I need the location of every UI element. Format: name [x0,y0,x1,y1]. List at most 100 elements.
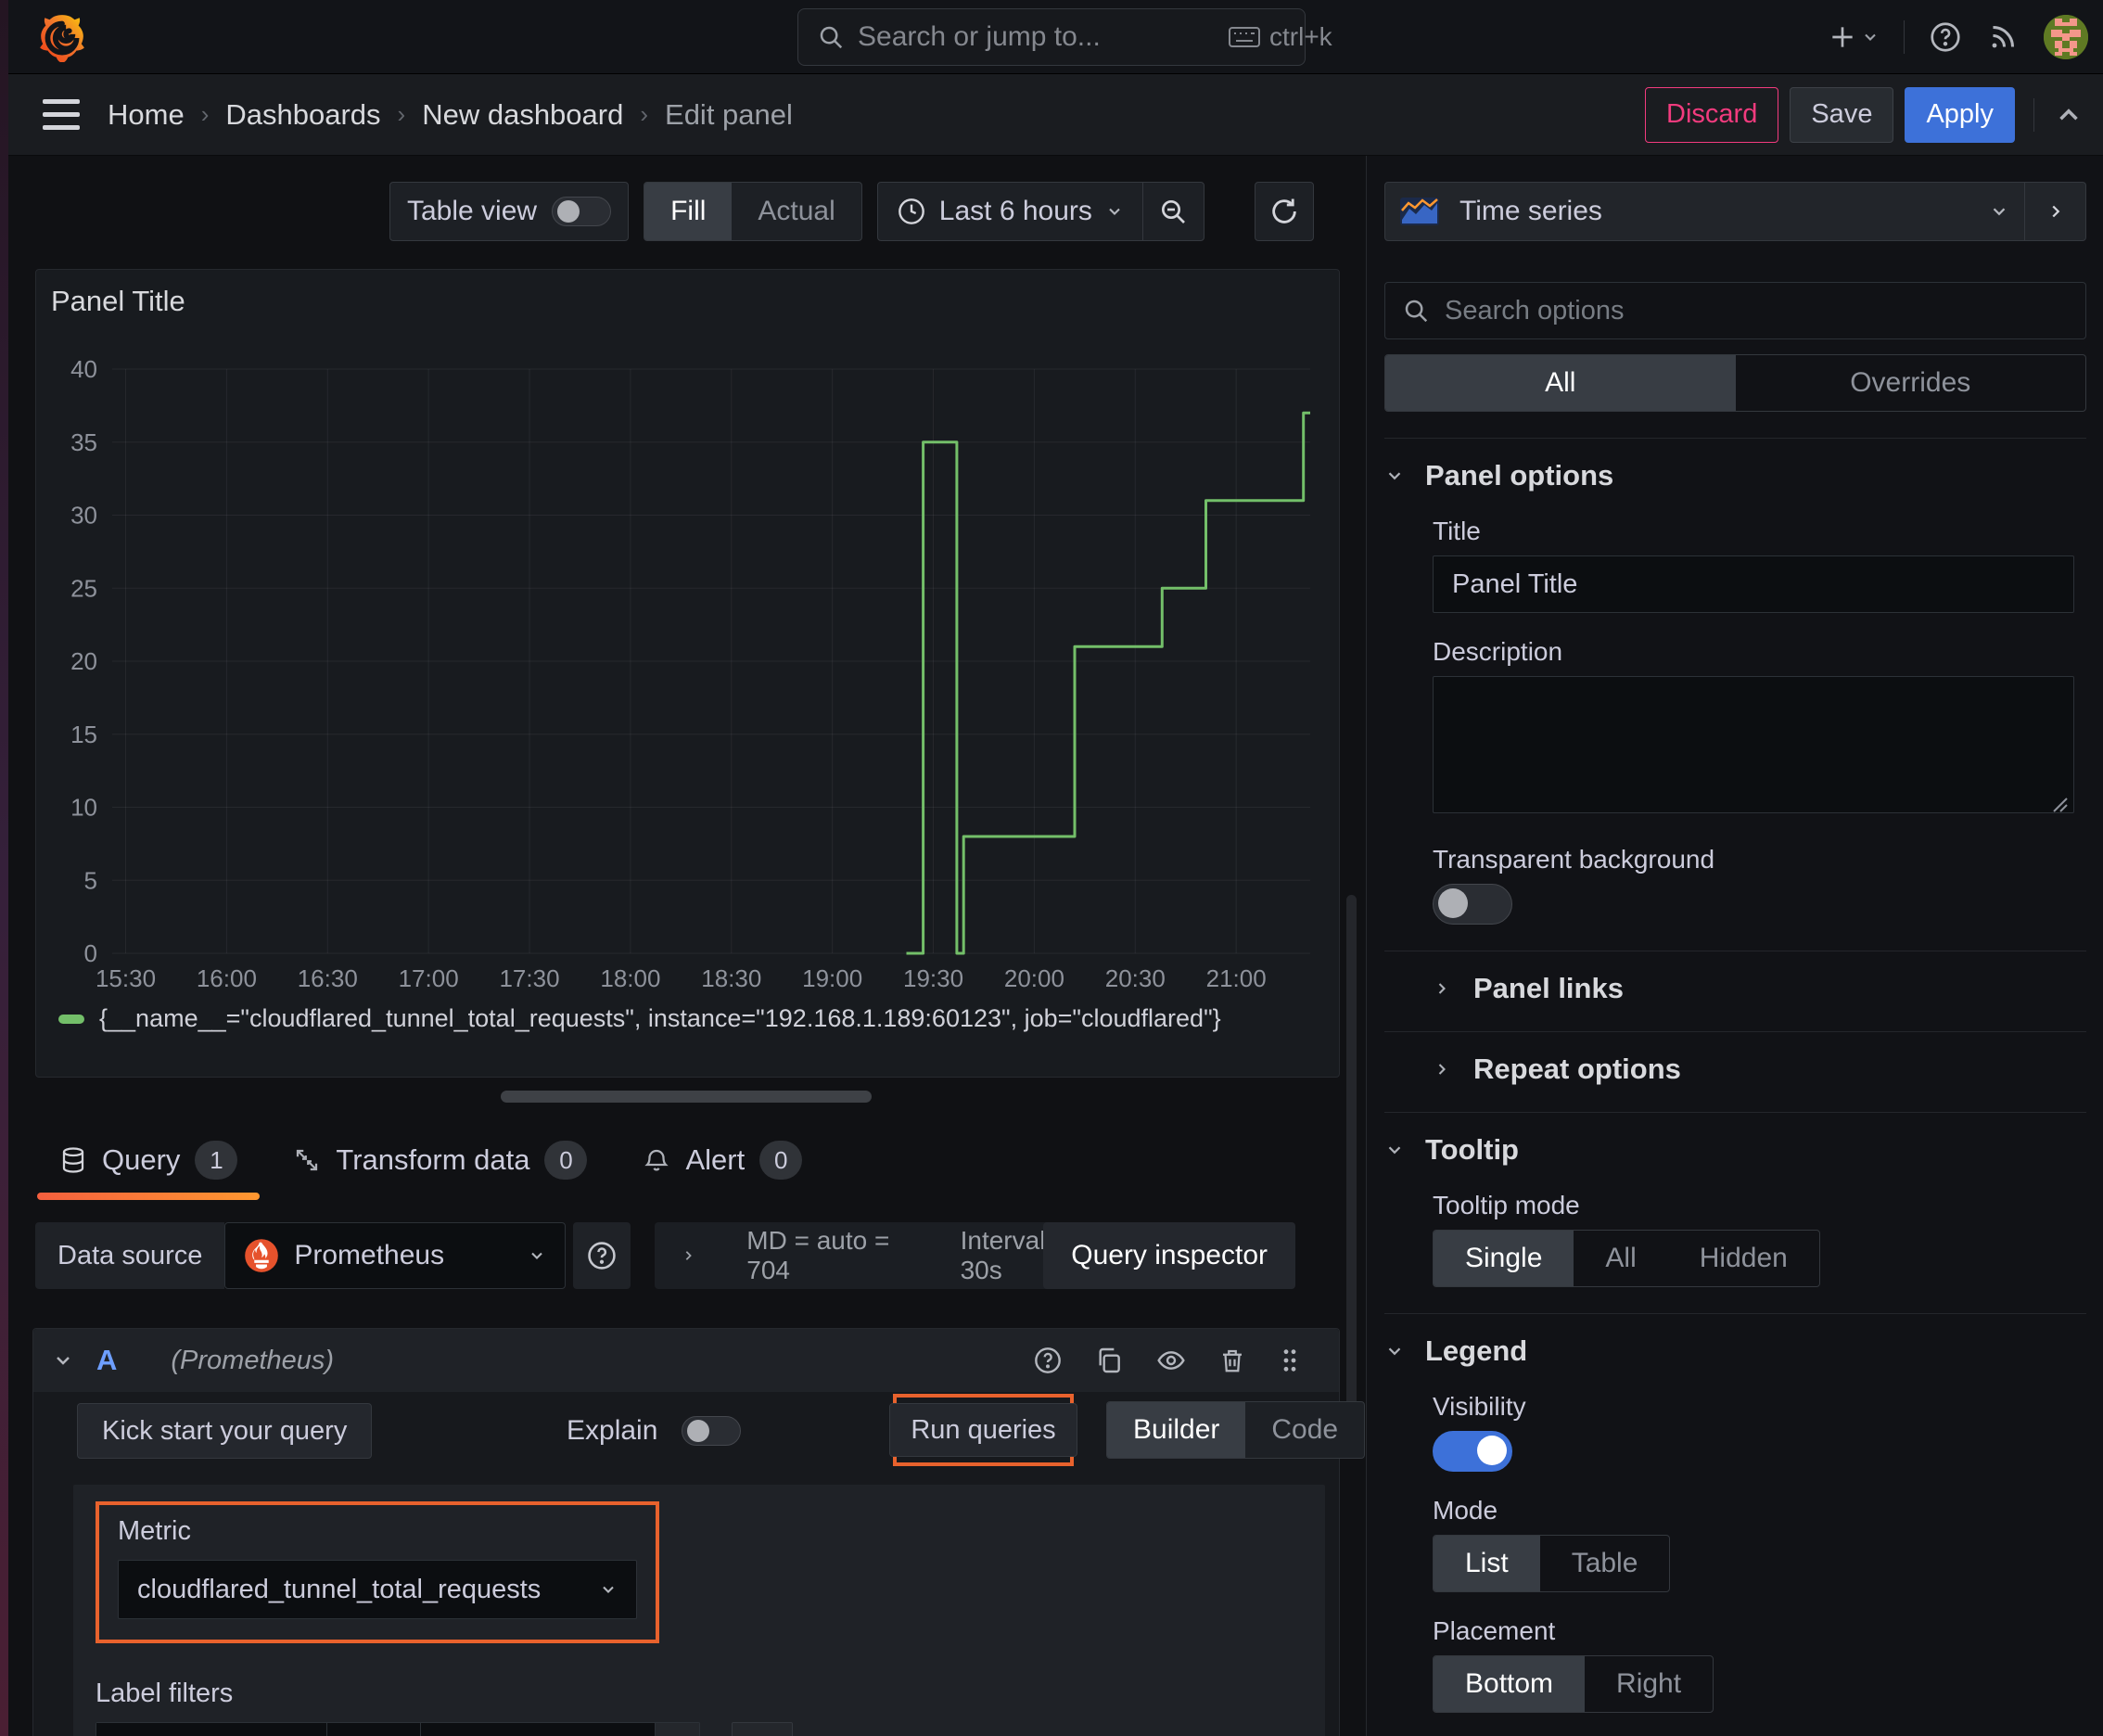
legend-visibility-toggle[interactable] [1433,1431,1512,1472]
panel-options-header[interactable]: Panel options [1384,459,2086,492]
actual-option[interactable]: Actual [732,183,860,240]
select-value-dropdown[interactable]: Select value [421,1722,656,1736]
eye-icon [1157,1351,1185,1370]
user-avatar[interactable] [2044,15,2088,59]
options-search[interactable] [1384,282,2086,339]
code-mode-option[interactable]: Code [1245,1402,1364,1458]
tooltip-mode-single[interactable]: Single [1434,1231,1574,1286]
builder-mode-option[interactable]: Builder [1107,1402,1246,1458]
svg-text:30: 30 [70,502,97,530]
zoom-out-button[interactable] [1141,183,1204,240]
menu-toggle-button[interactable] [43,99,80,130]
tooltip-title: Tooltip [1425,1133,1519,1166]
new-dashboard-menu-button[interactable] [1828,22,1880,52]
datasource-help-button[interactable] [573,1222,631,1289]
select-label-dropdown[interactable]: Select label [96,1722,327,1736]
description-textarea[interactable] [1433,676,2074,813]
placement-bottom[interactable]: Bottom [1434,1656,1586,1712]
collapse-header-button[interactable] [2053,99,2084,131]
chevron-down-icon [603,1586,614,1593]
repeat-options-section[interactable]: Repeat options [1433,1053,2086,1086]
tooltip-section-header[interactable]: Tooltip [1384,1133,2086,1167]
svg-text:15: 15 [70,721,97,748]
repeat-options-label: Repeat options [1473,1053,1681,1085]
datasource-picker[interactable]: Prometheus [224,1222,567,1289]
drag-query-handle[interactable] [1278,1346,1302,1375]
save-button[interactable]: Save [1790,86,1894,143]
global-search[interactable]: ctrl+k [797,8,1332,66]
svg-text:20: 20 [70,647,97,675]
breadcrumb-home[interactable]: Home [108,98,185,132]
table-view-label: Table view [407,196,538,226]
help-button[interactable] [1929,20,1962,54]
legend-title: Legend [1425,1334,1528,1367]
transparent-bg-toggle[interactable] [1433,884,1512,925]
transform-icon [293,1145,321,1175]
panel-title[interactable]: Panel Title [51,285,185,318]
metric-highlight-annotation: Metric cloudflared_tunnel_total_requests [96,1501,659,1643]
duplicate-query-button[interactable] [1094,1346,1124,1375]
search-input[interactable] [858,21,1216,53]
panel-links-section[interactable]: Panel links [1433,972,2086,1005]
explain-toggle[interactable] [682,1416,742,1446]
panel-resize-handle[interactable] [501,1091,872,1103]
bell-icon [643,1145,670,1175]
placement-right[interactable]: Right [1585,1656,1713,1712]
operator-dropdown[interactable]: = [327,1722,421,1736]
time-range-picker[interactable]: Last 6 hours [878,196,1142,227]
timeseries-viz-icon [1400,198,1439,225]
chevron-down-icon [531,1252,543,1259]
query-row-header[interactable]: A (Prometheus) [33,1329,1339,1392]
viz-suggestions-button[interactable] [2025,182,2086,241]
query-ref-id: A [96,1344,118,1376]
timeseries-chart[interactable]: 0 5 10 15 20 25 30 35 40 15:30 16:00 16:30 17:00 17:3… [49,358,1329,1007]
chart-legend: {__name__="cloudflared_tunnel_total_requ… [58,1004,1221,1033]
svg-text:17:30: 17:30 [499,964,559,992]
tab-alert[interactable]: Alert 0 [618,1118,826,1202]
legend-series-name[interactable]: {__name__="cloudflared_tunnel_total_requ… [99,1004,1221,1033]
metric-select[interactable]: cloudflared_tunnel_total_requests [118,1560,637,1619]
query-datasource-hint: (Prometheus) [171,1345,335,1375]
table-view-toggle[interactable] [552,197,612,226]
tab-all-options[interactable]: All [1385,355,1736,411]
explain-control: Explain [567,1403,742,1459]
grafana-logo-icon[interactable] [37,12,87,62]
tab-overrides[interactable]: Overrides [1736,355,2086,411]
max-data-points-stat: MD = auto = 704 [746,1226,890,1284]
tab-transform-label: Transform data [336,1143,530,1176]
tab-transform-data[interactable]: Transform data 0 [269,1118,611,1202]
breadcrumb-dashboards[interactable]: Dashboards [225,98,380,132]
legend-section-header[interactable]: Legend [1384,1334,2086,1368]
run-queries-button[interactable]: Run queries [889,1403,1077,1457]
legend-mode-table[interactable]: Table [1540,1536,1670,1591]
svg-text:19:30: 19:30 [903,964,963,992]
legend-mode-list[interactable]: List [1434,1536,1540,1591]
news-button[interactable] [1986,20,2020,54]
breadcrumb-new-dashboard[interactable]: New dashboard [422,98,623,132]
refresh-button[interactable] [1254,182,1314,241]
zoom-out-icon [1162,200,1186,223]
query-inspector-button[interactable]: Query inspector [1043,1222,1295,1289]
query-help-button[interactable] [1033,1346,1063,1375]
datasource-label: Data source [35,1222,225,1289]
delete-query-button[interactable] [1218,1346,1246,1375]
shortcut-label: ctrl+k [1269,22,1332,51]
remove-filter-button[interactable] [656,1722,700,1736]
chevron-down-icon [1993,208,2006,216]
svg-text:25: 25 [70,574,97,602]
add-filter-button[interactable] [732,1722,793,1736]
discard-button[interactable]: Discard [1645,86,1779,143]
panel-title-input[interactable] [1433,555,2074,613]
apply-button[interactable]: Apply [1905,86,2015,143]
options-search-input[interactable] [1445,295,2069,326]
kick-start-query-button[interactable]: Kick start your query [77,1403,373,1459]
tooltip-mode-all[interactable]: All [1574,1231,1667,1286]
tooltip-mode-hidden[interactable]: Hidden [1668,1231,1819,1286]
chevron-right-icon[interactable] [681,1245,696,1267]
fill-option[interactable]: Fill [644,183,733,240]
tab-query[interactable]: Query 1 [35,1118,261,1202]
actions-divider [2033,97,2034,132]
visualization-picker[interactable]: Time series [1384,182,2025,241]
main-scrollbar[interactable] [1346,895,1357,1414]
toggle-visibility-button[interactable] [1155,1346,1187,1375]
